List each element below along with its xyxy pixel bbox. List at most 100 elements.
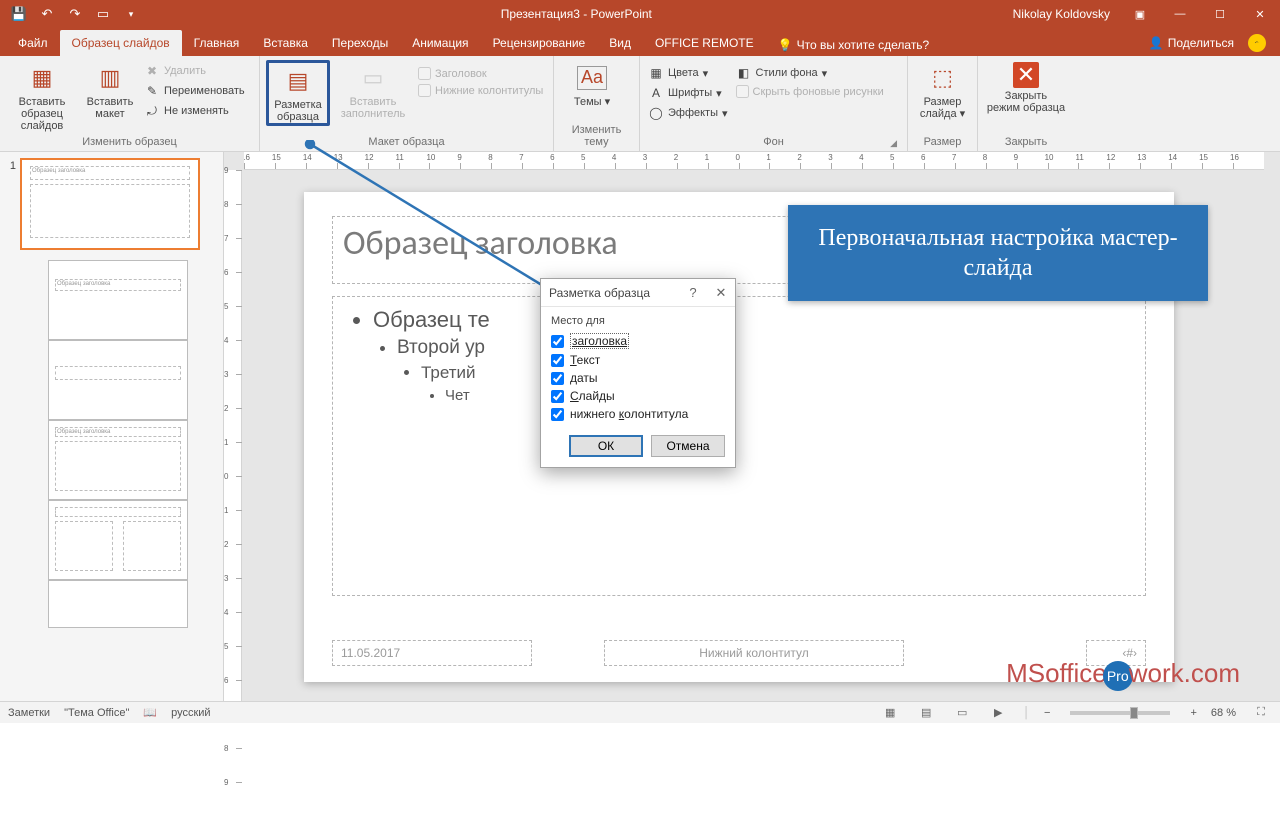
fit-to-window-icon[interactable]: ⛶ [1250, 704, 1272, 722]
layout-thumbnail[interactable] [48, 580, 188, 628]
dialog-help-icon[interactable]: ? [679, 279, 707, 307]
title-checkbox: Заголовок [416, 66, 545, 81]
dialog-title: Разметка образца [541, 286, 679, 300]
ok-button[interactable]: ОК [569, 435, 643, 457]
dialog-footer: ОК Отмена [541, 427, 735, 467]
group-label: Закрыть [984, 134, 1068, 151]
insert-layout-button[interactable]: ▥ Вставить макет [82, 60, 138, 120]
zoom-in-icon[interactable]: + [1190, 707, 1196, 719]
master-layout-icon: ▤ [282, 65, 314, 97]
slide-size-icon: ⬚ [927, 62, 959, 94]
share-button[interactable]: 👤Поделиться [1149, 36, 1234, 50]
save-icon[interactable]: 💾 [8, 3, 30, 25]
status-notes[interactable]: Заметки [8, 707, 50, 719]
effects-button[interactable]: ◯Эффекты ▾ [646, 104, 730, 122]
close-window-icon[interactable]: ✕ [1240, 0, 1280, 28]
bullet-lvl3: Третий [421, 363, 1129, 383]
bulb-icon: 💡 [778, 38, 793, 52]
window-title: Презентация3 - PowerPoint [150, 7, 1003, 21]
slide-size-button[interactable]: ⬚ Размер слайда ▾ [914, 60, 971, 120]
date-placeholder[interactable]: 11.05.2017 [332, 640, 532, 666]
footers-checkbox: Нижние колонтитулы [416, 83, 545, 98]
status-theme[interactable]: "Тема Office" [64, 707, 129, 719]
chk-date[interactable]: даты [551, 369, 725, 387]
bullet-lvl1: Образец те [373, 307, 1129, 333]
vertical-ruler: 9876543210123456789 [224, 170, 242, 701]
preserve-button[interactable]: ⤾Не изменять [142, 102, 247, 120]
view-sorter-icon[interactable]: ▤ [915, 704, 937, 722]
colors-icon: ▦ [648, 65, 664, 81]
qat-customize-icon[interactable]: ▾ [120, 3, 142, 25]
layout-thumbnail[interactable] [48, 500, 188, 580]
delete-icon: ✖ [144, 63, 160, 79]
view-slideshow-icon[interactable]: ▶ [987, 704, 1009, 722]
tab-view[interactable]: Вид [597, 30, 643, 56]
redo-icon[interactable]: ↷ [64, 3, 86, 25]
status-language[interactable]: русский [171, 707, 210, 719]
zoom-level[interactable]: 68 % [1211, 707, 1236, 719]
thumb-number: 1 [4, 158, 16, 172]
chk-slidenum[interactable]: Слайды [551, 387, 725, 405]
user-name[interactable]: Nikolay Koldovsky [1003, 7, 1120, 21]
start-from-beginning-icon[interactable]: ▭ [92, 3, 114, 25]
title-bar: 💾 ↶ ↷ ▭ ▾ Презентация3 - PowerPoint Niko… [0, 0, 1280, 28]
body-placeholder[interactable]: Образец те Второй ур Третий Чет [332, 296, 1146, 596]
tab-insert[interactable]: Вставка [251, 30, 320, 56]
themes-button[interactable]: Aa Темы ▾ [560, 60, 624, 108]
close-master-view-button[interactable]: ✕ Закрыть режим образца [984, 60, 1068, 114]
tab-slide-master[interactable]: Образец слайдов [60, 30, 182, 56]
footer-placeholder[interactable]: Нижний колонтитул [604, 640, 904, 666]
rename-icon: ✎ [144, 83, 160, 99]
group-edit-theme: Aa Темы ▾ Изменить тему [554, 56, 640, 151]
view-reading-icon[interactable]: ▭ [951, 704, 973, 722]
tab-office-remote[interactable]: OFFICE REMOTE [643, 30, 766, 56]
dialog-launcher-icon[interactable]: ◢ [890, 138, 899, 149]
cancel-button[interactable]: Отмена [651, 435, 725, 457]
chk-text[interactable]: Текст [551, 351, 725, 369]
watermark: MSofficeProwork.com [1006, 658, 1240, 691]
thumbnails-pane[interactable]: 1 Образец заголовка Образец заголовка Об… [0, 152, 224, 701]
window-controls: ▣ — ☐ ✕ [1120, 0, 1280, 28]
tab-animations[interactable]: Анимация [400, 30, 480, 56]
minimize-icon[interactable]: — [1160, 0, 1200, 28]
chk-title[interactable]: заголовка [551, 331, 725, 351]
tab-review[interactable]: Рецензирование [481, 30, 598, 56]
insert-placeholder-button: ▭ Вставить заполнитель [334, 60, 412, 120]
insert-slide-master-button[interactable]: ▦ Вставить образец слайдов [6, 60, 78, 132]
group-label: Фон [763, 134, 784, 151]
share-icon: 👤 [1149, 36, 1164, 50]
ribbon-options-icon[interactable]: ▣ [1120, 0, 1160, 28]
fonts-button[interactable]: AШрифты ▾ [646, 84, 730, 102]
insert-master-icon: ▦ [26, 62, 58, 94]
view-normal-icon[interactable]: ▦ [879, 704, 901, 722]
layout-thumbnail[interactable]: Образец заголовка [48, 260, 188, 340]
delete-button: ✖Удалить [142, 62, 247, 80]
rename-button[interactable]: ✎Переименовать [142, 82, 247, 100]
master-thumbnail[interactable]: Образец заголовка [20, 158, 200, 250]
tab-file[interactable]: Файл [6, 30, 60, 56]
tab-home[interactable]: Главная [182, 30, 252, 56]
master-layout-button[interactable]: ▤ Разметка образца [266, 60, 330, 126]
maximize-icon[interactable]: ☐ [1200, 0, 1240, 28]
undo-icon[interactable]: ↶ [36, 3, 58, 25]
annotation-callout: Первоначальная настройка мастер-слайда [788, 205, 1208, 301]
group-label: Размер [914, 134, 971, 151]
fonts-icon: A [648, 85, 664, 101]
feedback-smiley-icon[interactable]: 𝆣 [1248, 34, 1266, 52]
background-styles-button[interactable]: ◧Стили фона ▾ [734, 64, 886, 82]
chk-footer[interactable]: нижнего колонтитула [551, 405, 725, 423]
zoom-slider[interactable] [1070, 711, 1170, 715]
colors-button[interactable]: ▦Цвета ▾ [646, 64, 730, 82]
layout-thumbnail[interactable]: Образец заголовка [48, 420, 188, 500]
status-spellcheck-icon[interactable]: 📖 [143, 706, 157, 719]
effects-icon: ◯ [648, 105, 664, 121]
insert-layout-icon: ▥ [94, 62, 126, 94]
dialog-titlebar[interactable]: Разметка образца ? ✕ [541, 279, 735, 307]
zoom-out-icon[interactable]: − [1044, 707, 1050, 719]
status-bar: Заметки "Тема Office" 📖 русский ▦ ▤ ▭ ▶ … [0, 701, 1280, 723]
preserve-icon: ⤾ [144, 103, 160, 119]
dialog-close-icon[interactable]: ✕ [707, 279, 735, 307]
layout-thumbnail[interactable] [48, 340, 188, 420]
tell-me[interactable]: 💡Что вы хотите сделать? [766, 38, 942, 52]
tab-transitions[interactable]: Переходы [320, 30, 400, 56]
